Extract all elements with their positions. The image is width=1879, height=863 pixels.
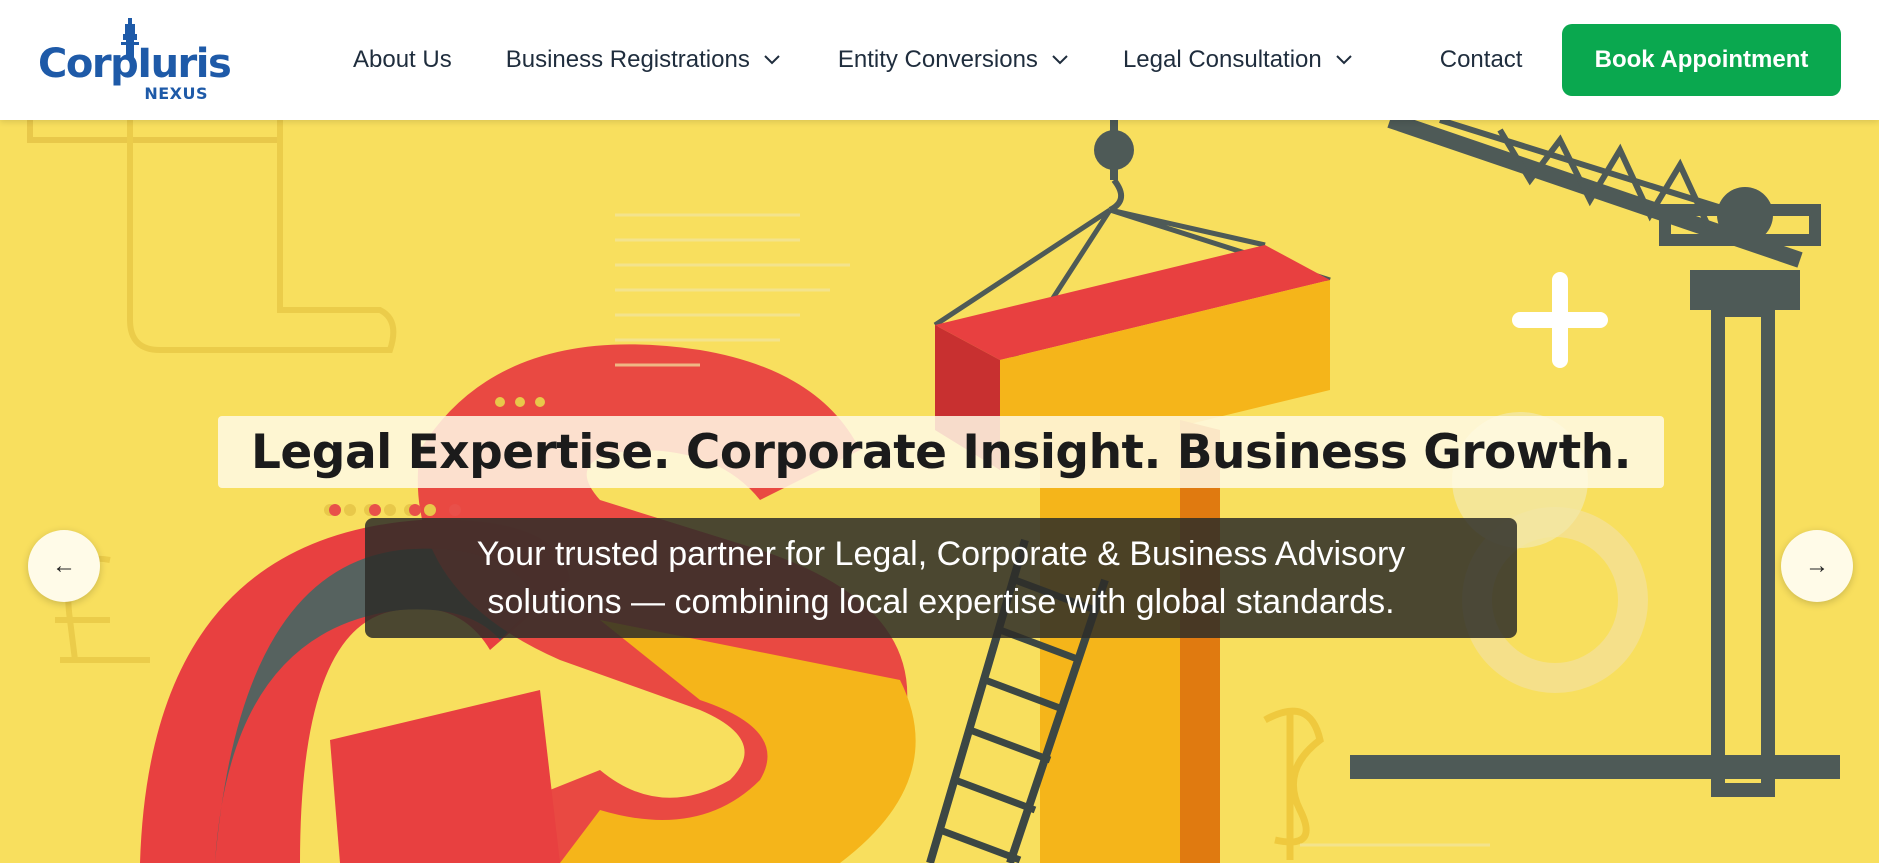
nav-item-label: Entity Conversions <box>837 46 1038 73</box>
arrow-right-icon: → <box>1805 552 1829 579</box>
book-appointment-button[interactable]: Book Appointment <box>1562 24 1841 96</box>
nav-item-about-us[interactable]: About Us <box>353 30 452 90</box>
nav-item-label: Legal Consultation <box>1122 46 1322 73</box>
hero-carousel: Legal Expertise. Corporate Insight. Busi… <box>0 120 1879 863</box>
chevron-down-icon <box>1336 55 1352 65</box>
brand-logo[interactable]: CorpIuris NEXUS <box>38 18 232 104</box>
logo-subtitle: NEXUS <box>144 84 208 103</box>
nav-item-label: Contact <box>1439 46 1523 73</box>
site-header: CorpIuris NEXUS About Us Business Regist… <box>0 0 1879 120</box>
carousel-next-button[interactable]: → <box>1781 530 1853 602</box>
nav-item-label: About Us <box>353 46 452 73</box>
hero-background-image <box>0 120 1879 863</box>
hero-headline-box: Legal Expertise. Corporate Insight. Busi… <box>218 416 1664 488</box>
carousel-prev-button[interactable]: ← <box>28 530 100 602</box>
nav-item-contact[interactable]: Contact <box>1440 30 1523 90</box>
nav-item-label: Business Registrations <box>505 46 750 73</box>
nav-item-legal-consultation[interactable]: Legal Consultation <box>1123 30 1352 90</box>
hero-headline: Legal Expertise. Corporate Insight. Busi… <box>250 424 1632 480</box>
logo-wordmark: CorpIuris <box>38 41 232 87</box>
hero-subtitle: Your trusted partner for Legal, Corporat… <box>476 535 1406 621</box>
chevron-down-icon <box>1052 55 1068 65</box>
nav-item-entity-conversions[interactable]: Entity Conversions <box>838 30 1068 90</box>
nav-item-business-registrations[interactable]: Business Registrations <box>506 30 780 90</box>
main-nav: About Us Business Registrations Entity C… <box>353 0 1522 120</box>
hero-subtitle-box: Your trusted partner for Legal, Corporat… <box>365 518 1517 638</box>
arrow-left-icon: ← <box>52 552 76 579</box>
chevron-down-icon <box>764 55 780 65</box>
